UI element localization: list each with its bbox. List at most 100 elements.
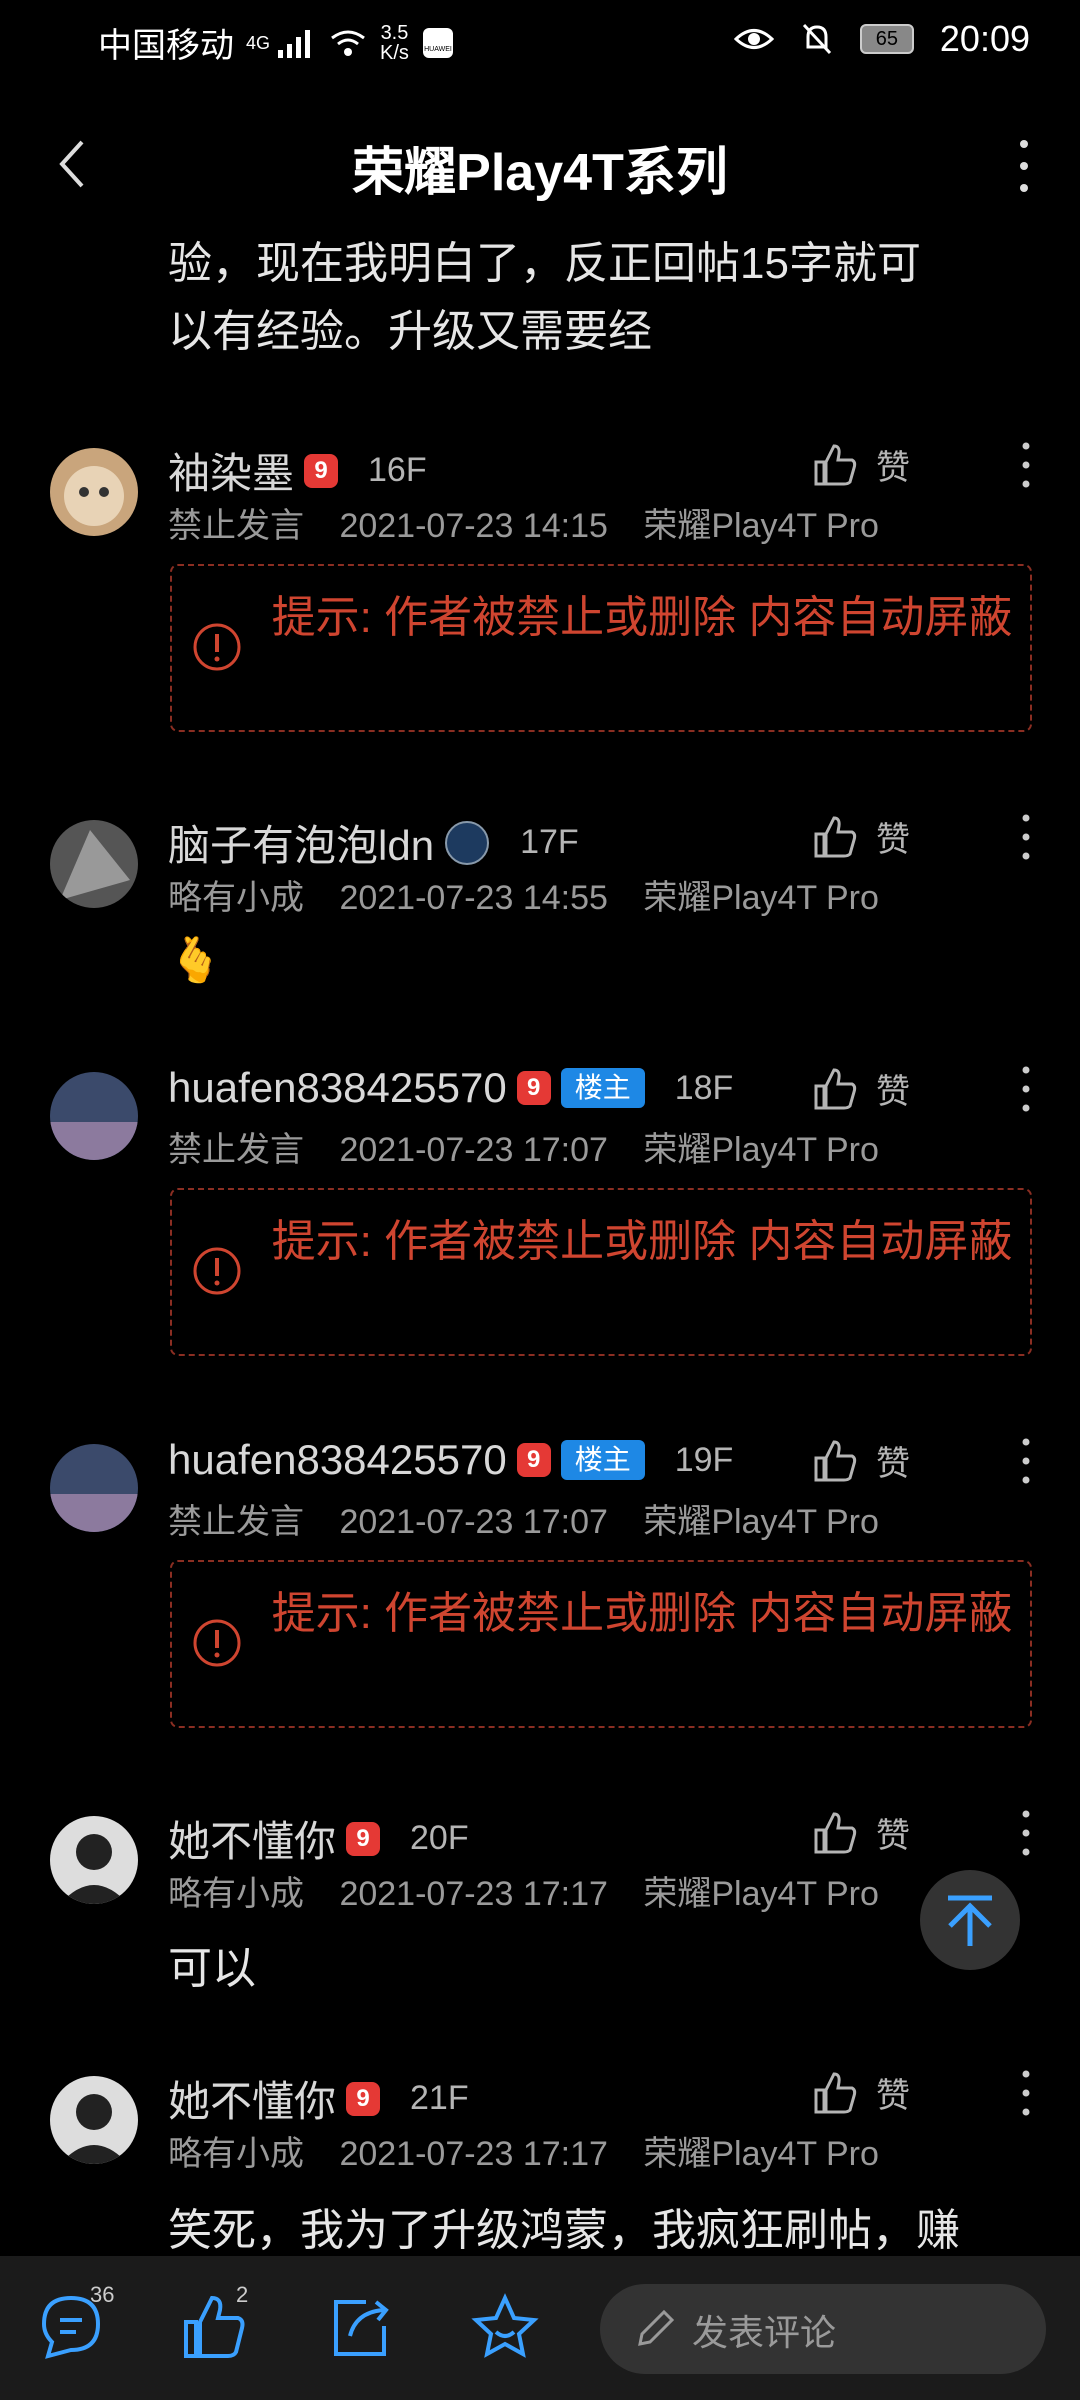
level-badge: 9 xyxy=(516,1443,551,1477)
share-icon[interactable] xyxy=(326,2292,396,2362)
more-options-icon[interactable] xyxy=(1018,1436,1034,1486)
floor-number: 18F xyxy=(674,1068,734,1107)
more-options-icon[interactable] xyxy=(1014,136,1034,196)
post-device: 荣耀Play4T Pro xyxy=(643,1503,879,1541)
thumbs-up-icon xyxy=(814,1067,857,1109)
avatar[interactable] xyxy=(50,1444,138,1532)
status-bar: 中国移动 4G 3.5 K/s HUAWEI 65 20:09 xyxy=(0,0,1080,80)
arrow-up-icon xyxy=(948,1895,992,1946)
like-button[interactable]: 赞 xyxy=(812,440,910,489)
username[interactable]: 她不懂你 xyxy=(168,1808,336,1869)
post-meta: 禁止发言 2021-07-23 17:07 荣耀Play4T Pro xyxy=(168,1494,905,1543)
username[interactable]: huafen838425570 xyxy=(168,1064,507,1112)
post-content-tail: 验，现在我明白了，反正回帖15字就可 以有经验。升级又需要经 xyxy=(168,239,921,356)
likes-count: 2 xyxy=(236,2282,249,2307)
floor-number: 19F xyxy=(674,1440,734,1479)
comment-input[interactable]: 发表评论 xyxy=(600,2284,1046,2374)
floor-number: 17F xyxy=(520,823,579,861)
avatar[interactable] xyxy=(50,448,138,536)
blocked-content-notice: 提示: 作者被禁止或删除 内容自动屏蔽 xyxy=(170,1560,1032,1728)
like-button[interactable]: 赞 xyxy=(812,1808,910,1857)
warning-icon xyxy=(193,1247,241,1295)
network-type: 4G xyxy=(246,32,271,53)
eye-icon xyxy=(733,29,774,49)
network-speed: 3.5 K/s xyxy=(380,21,409,64)
bottom-action-bar: 36 2 发表评论 xyxy=(0,2256,1080,2400)
huawei-app-icon: HUAWEI xyxy=(422,27,453,58)
post-meta: 略有小成 2021-07-23 17:17 荣耀Play4T Pro xyxy=(168,2126,905,2175)
user-status: 略有小成 xyxy=(168,879,304,917)
level-badge: 9 xyxy=(346,1821,381,1856)
thumbs-up-icon xyxy=(814,1439,857,1481)
pen-icon xyxy=(638,2309,675,2346)
thumbs-up-icon xyxy=(814,2071,857,2113)
post-time: 2021-07-23 17:07 xyxy=(339,1503,608,1541)
like-button[interactable]: 赞 xyxy=(812,812,910,861)
post-meta: 禁止发言 2021-07-23 14:15 荣耀Play4T Pro xyxy=(168,498,905,547)
owner-badge: 楼主 xyxy=(560,1068,645,1108)
level-badge: 9 xyxy=(516,1071,551,1105)
post-device: 荣耀Play4T Pro xyxy=(643,1131,879,1169)
floor-number: 16F xyxy=(368,451,427,489)
username[interactable]: 袖染墨 xyxy=(168,440,294,501)
wifi-icon xyxy=(331,30,365,56)
more-options-icon[interactable] xyxy=(1018,440,1034,490)
thumbs-up-icon xyxy=(814,443,857,485)
level-badge: 9 xyxy=(304,453,339,488)
post-time: 2021-07-23 17:17 xyxy=(339,1875,608,1913)
warning-icon xyxy=(193,623,241,671)
post-time: 2021-07-23 14:15 xyxy=(339,507,608,545)
username[interactable]: huafen838425570 xyxy=(168,1436,507,1484)
username[interactable]: 脑子有泡泡ldn xyxy=(168,812,434,873)
signal-icon xyxy=(278,29,311,58)
post-meta: 略有小成 2021-07-23 14:55 荣耀Play4T Pro xyxy=(168,870,905,919)
thumbs-up-icon xyxy=(814,815,857,857)
back-to-top-button[interactable] xyxy=(920,1870,1020,1970)
more-options-icon[interactable] xyxy=(1018,1064,1034,1114)
post-content: 🫰 xyxy=(168,936,223,985)
level-badge: 9 xyxy=(346,2081,381,2116)
favorite-star-icon[interactable] xyxy=(470,2292,540,2362)
post-time: 2021-07-23 17:17 xyxy=(339,2135,608,2173)
avatar[interactable] xyxy=(50,1816,138,1904)
post-device: 荣耀Play4T Pro xyxy=(643,879,879,917)
username-row: huafen838425570 9 楼主 19F xyxy=(168,1436,733,1484)
like-button[interactable]: 赞 xyxy=(812,1064,910,1113)
post-content: 笑死，我为了升级鸿蒙，我疯狂刷帖，赚 xyxy=(168,2206,960,2255)
post-time: 2021-07-23 17:07 xyxy=(339,1131,608,1169)
username-row: 脑子有泡泡ldn 17F xyxy=(168,812,579,873)
blocked-content-notice: 提示: 作者被禁止或删除 内容自动屏蔽 xyxy=(170,1188,1032,1356)
mute-bell-icon xyxy=(802,23,832,55)
blocked-content-notice: 提示: 作者被禁止或删除 内容自动屏蔽 xyxy=(170,564,1032,732)
like-label: 赞 xyxy=(876,449,910,487)
like-label: 赞 xyxy=(876,1073,910,1111)
post-meta: 略有小成 2021-07-23 17:17 荣耀Play4T Pro xyxy=(168,1866,905,1915)
post-device: 荣耀Play4T Pro xyxy=(643,1875,879,1913)
username[interactable]: 她不懂你 xyxy=(168,2068,336,2129)
svg-text:HUAWEI: HUAWEI xyxy=(424,46,452,53)
more-options-icon[interactable] xyxy=(1018,812,1034,862)
like-button[interactable]: 赞 xyxy=(812,1436,910,1485)
like-label: 赞 xyxy=(876,821,910,859)
user-status: 禁止发言 xyxy=(168,1131,304,1169)
more-options-icon[interactable] xyxy=(1018,2068,1034,2118)
username-row: 她不懂你 9 20F xyxy=(168,1808,469,1869)
like-button[interactable]: 赞 xyxy=(812,2068,910,2117)
floor-number: 21F xyxy=(410,2079,469,2117)
like-label: 赞 xyxy=(876,2077,910,2115)
user-status: 禁止发言 xyxy=(168,1503,304,1541)
warning-icon xyxy=(193,1619,241,1667)
floor-number: 20F xyxy=(410,1819,469,1857)
username-row: 袖染墨 9 16F xyxy=(168,440,427,501)
post-meta: 禁止发言 2021-07-23 17:07 荣耀Play4T Pro xyxy=(168,1122,905,1171)
top-bar: 荣耀Play4T系列 xyxy=(0,110,1080,220)
avatar[interactable] xyxy=(50,2076,138,2164)
more-options-icon[interactable] xyxy=(1018,1808,1034,1858)
avatar[interactable] xyxy=(50,820,138,908)
user-status: 略有小成 xyxy=(168,2135,304,2173)
post-device: 荣耀Play4T Pro xyxy=(643,507,879,545)
like-label: 赞 xyxy=(876,1817,910,1855)
avatar[interactable] xyxy=(50,1072,138,1160)
comments-count: 36 xyxy=(90,2282,115,2307)
user-status: 略有小成 xyxy=(168,1875,304,1913)
